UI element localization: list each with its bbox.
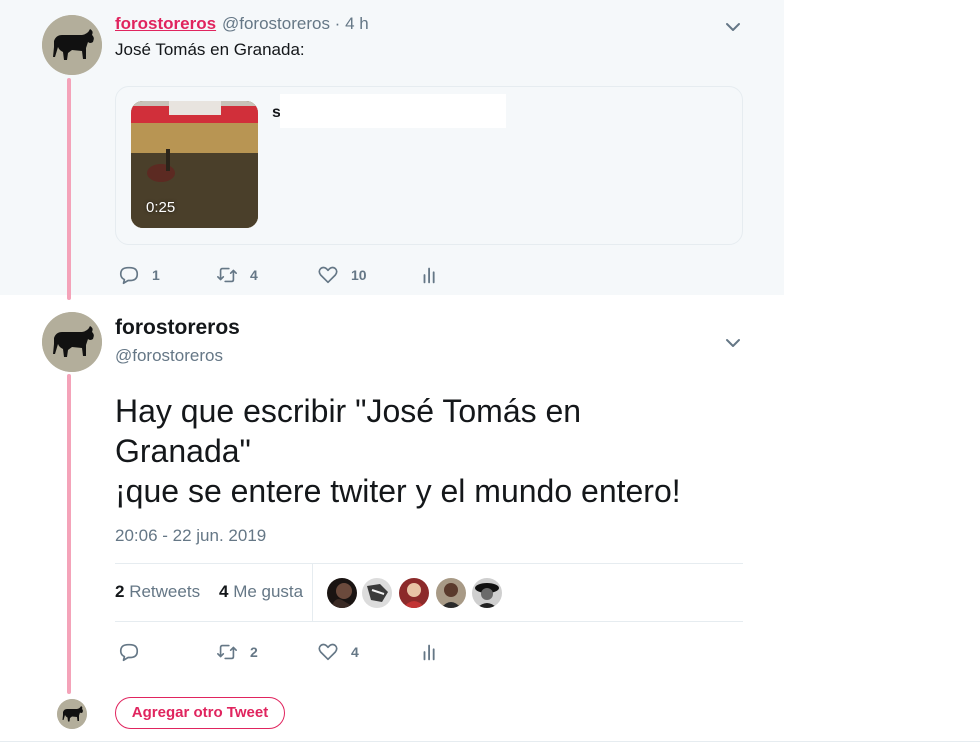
reply-icon	[119, 643, 139, 662]
like-action[interactable]: 10	[317, 264, 367, 286]
divider	[115, 621, 743, 622]
reply-action[interactable]: 1	[118, 264, 160, 286]
analytics-action[interactable]	[419, 641, 441, 663]
reply-icon	[119, 266, 139, 285]
analytics-icon	[423, 644, 435, 661]
tweet-text-line: Hay que escribir "José Tomás en	[115, 393, 582, 429]
liker-avatar[interactable]	[436, 578, 466, 608]
tweet-text-line: ¡que se entere twiter y el mundo entero!	[115, 473, 681, 509]
main-handle[interactable]: @forostoreros	[115, 346, 223, 366]
liker-avatar[interactable]	[399, 578, 429, 608]
video-duration: 0:25	[146, 199, 176, 216]
chevron-down-icon[interactable]	[724, 18, 742, 36]
divider	[0, 741, 980, 742]
thread-line	[67, 374, 71, 694]
main-display-name[interactable]: forostoreros	[115, 316, 240, 340]
retweet-count: 2	[250, 644, 258, 660]
divider	[115, 563, 743, 564]
redacted-area	[280, 94, 506, 128]
retweets-stat[interactable]: 2 Retweets	[115, 582, 200, 601]
retweet-action[interactable]: 4	[216, 264, 258, 286]
analytics-icon	[423, 267, 435, 284]
tweet-text-line: Granada"	[115, 433, 251, 469]
analytics-action[interactable]	[419, 264, 441, 286]
like-count: 4	[351, 644, 359, 660]
heart-icon	[318, 266, 338, 284]
tweet-timestamp[interactable]: 20:06 - 22 jun. 2019	[115, 526, 266, 546]
add-another-tweet-button[interactable]: Agregar otro Tweet	[115, 697, 285, 729]
engagement-stats: 2 Retweets 4 Me gusta	[115, 582, 303, 602]
thread-line	[67, 78, 71, 300]
main-tweet-text: Hay que escribir "José Tomás en Granada"…	[115, 391, 755, 511]
retweet-icon	[217, 267, 237, 283]
heart-icon	[318, 643, 338, 661]
avatar[interactable]	[57, 699, 87, 729]
likes-stat[interactable]: 4 Me gusta	[219, 582, 303, 601]
liker-avatar[interactable]	[472, 578, 502, 608]
divider	[312, 564, 313, 621]
bull-logo-icon	[57, 699, 87, 729]
parent-tweet-text: José Tomás en Granada:	[115, 40, 305, 59]
chevron-down-icon[interactable]	[724, 334, 742, 352]
bull-logo-icon	[42, 15, 102, 75]
avatar[interactable]	[42, 312, 102, 372]
like-count: 10	[351, 267, 367, 283]
parent-display-name[interactable]: forostoreros	[115, 14, 216, 34]
reply-action[interactable]	[118, 641, 152, 663]
bull-logo-icon	[42, 312, 102, 372]
retweet-action[interactable]: 2	[216, 641, 258, 663]
liker-avatar[interactable]	[327, 578, 357, 608]
reply-count: 1	[152, 267, 160, 283]
retweet-count: 4	[250, 267, 258, 283]
retweet-icon	[217, 644, 237, 660]
avatar[interactable]	[42, 15, 102, 75]
like-action[interactable]: 4	[317, 641, 359, 663]
liker-avatar[interactable]	[362, 578, 392, 608]
parent-handle-time[interactable]: @forostoreros · 4 h	[222, 14, 369, 34]
